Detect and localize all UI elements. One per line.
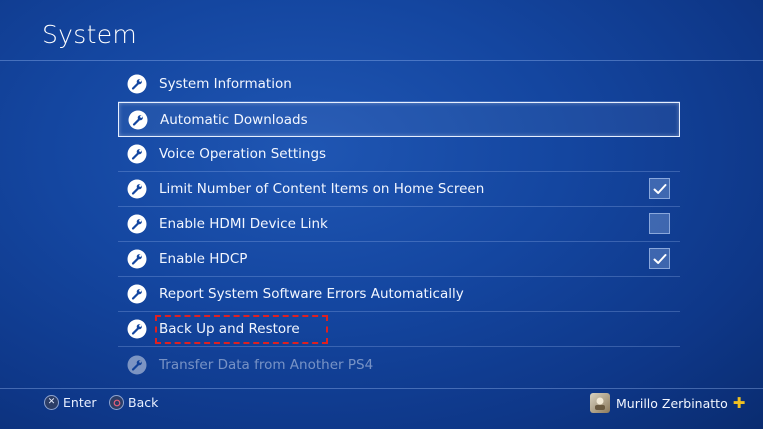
wrench-icon <box>127 284 147 304</box>
menu-item-enable-hdcp[interactable]: Enable HDCP <box>118 242 680 277</box>
enter-label: Enter <box>63 395 97 410</box>
user-name: Murillo Zerbinatto <box>616 395 728 411</box>
checkmark-icon <box>653 253 666 264</box>
menu-item-label: Enable HDCP <box>159 251 248 267</box>
menu-item-report-system-software-errors[interactable]: Report System Software Errors Automatica… <box>118 277 680 312</box>
menu-item-enable-hdmi-device-link[interactable]: Enable HDMI Device Link <box>118 207 680 242</box>
back-label: Back <box>128 395 159 410</box>
menu-item-label: Limit Number of Content Items on Home Sc… <box>159 181 485 197</box>
wrench-icon <box>127 355 147 375</box>
circle-button-icon <box>109 395 124 410</box>
wrench-icon <box>127 144 147 164</box>
wrench-icon <box>127 214 147 234</box>
page-title: System <box>42 20 138 49</box>
user-profile[interactable]: Murillo Zerbinatto ✚ <box>590 393 745 413</box>
menu-item-label: Enable HDMI Device Link <box>159 216 328 232</box>
menu-item-label: Transfer Data from Another PS4 <box>159 356 374 373</box>
menu-item-label: Voice Operation Settings <box>159 146 327 162</box>
checkmark-icon <box>653 183 666 194</box>
menu-item-voice-operation-settings[interactable]: Voice Operation Settings <box>118 137 680 172</box>
wrench-icon <box>127 319 147 339</box>
footer-divider <box>0 388 763 389</box>
wrench-icon <box>127 249 147 269</box>
header-divider <box>0 60 763 61</box>
ps-plus-icon: ✚ <box>732 394 746 412</box>
wrench-icon <box>127 179 147 199</box>
checkbox-checked[interactable] <box>649 178 670 199</box>
wrench-icon <box>128 110 148 130</box>
checkbox-checked[interactable] <box>649 248 670 269</box>
annotation-highlight-box <box>155 315 328 344</box>
menu-item-automatic-downloads[interactable]: Automatic Downloads <box>118 102 680 137</box>
checkbox-unchecked[interactable] <box>649 213 670 234</box>
back-button-hint[interactable]: Back <box>109 395 158 410</box>
enter-button-hint[interactable]: ✕ Enter <box>44 395 97 410</box>
menu-item-label: System Information <box>159 76 292 92</box>
menu-item-label: Report System Software Errors Automatica… <box>159 286 464 302</box>
menu-item-transfer-data[interactable]: Transfer Data from Another PS4 <box>118 347 680 382</box>
wrench-icon <box>127 74 147 94</box>
menu-item-limit-content-items[interactable]: Limit Number of Content Items on Home Sc… <box>118 172 680 207</box>
cross-button-icon: ✕ <box>44 395 59 410</box>
avatar <box>590 393 610 413</box>
menu-item-system-information[interactable]: System Information <box>118 67 680 102</box>
menu-item-label: Automatic Downloads <box>160 111 308 128</box>
